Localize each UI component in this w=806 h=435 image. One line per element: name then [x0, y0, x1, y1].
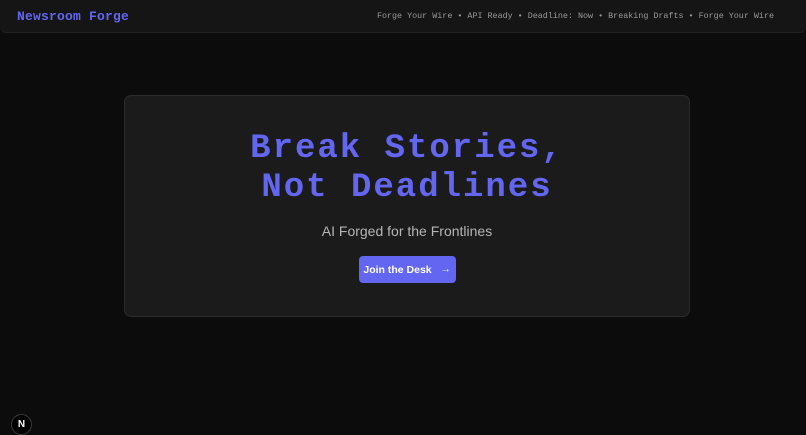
join-the-desk-button[interactable]: Join the Desk →	[358, 256, 456, 283]
arrow-right-icon: →	[440, 264, 451, 275]
hero-headline: Break Stories, Not Deadlines	[250, 130, 564, 208]
top-navbar: Newsroom Forge Forge Your Wire • API Rea…	[0, 0, 806, 33]
brand-logo[interactable]: Newsroom Forge	[17, 9, 129, 24]
badge-letter: N	[17, 419, 26, 430]
headline-line-1: Break Stories,	[250, 130, 564, 168]
headline-line-2: Not Deadlines	[261, 169, 553, 207]
hero-tagline: AI Forged for the Frontlines	[321, 223, 493, 239]
cta-label: Join the Desk	[363, 263, 432, 276]
next-logo-icon[interactable]: N	[11, 414, 32, 435]
hero-card: Break Stories, Not Deadlines AI Forged f…	[124, 95, 690, 317]
news-ticker: Forge Your Wire • API Ready • Deadline: …	[376, 11, 774, 21]
